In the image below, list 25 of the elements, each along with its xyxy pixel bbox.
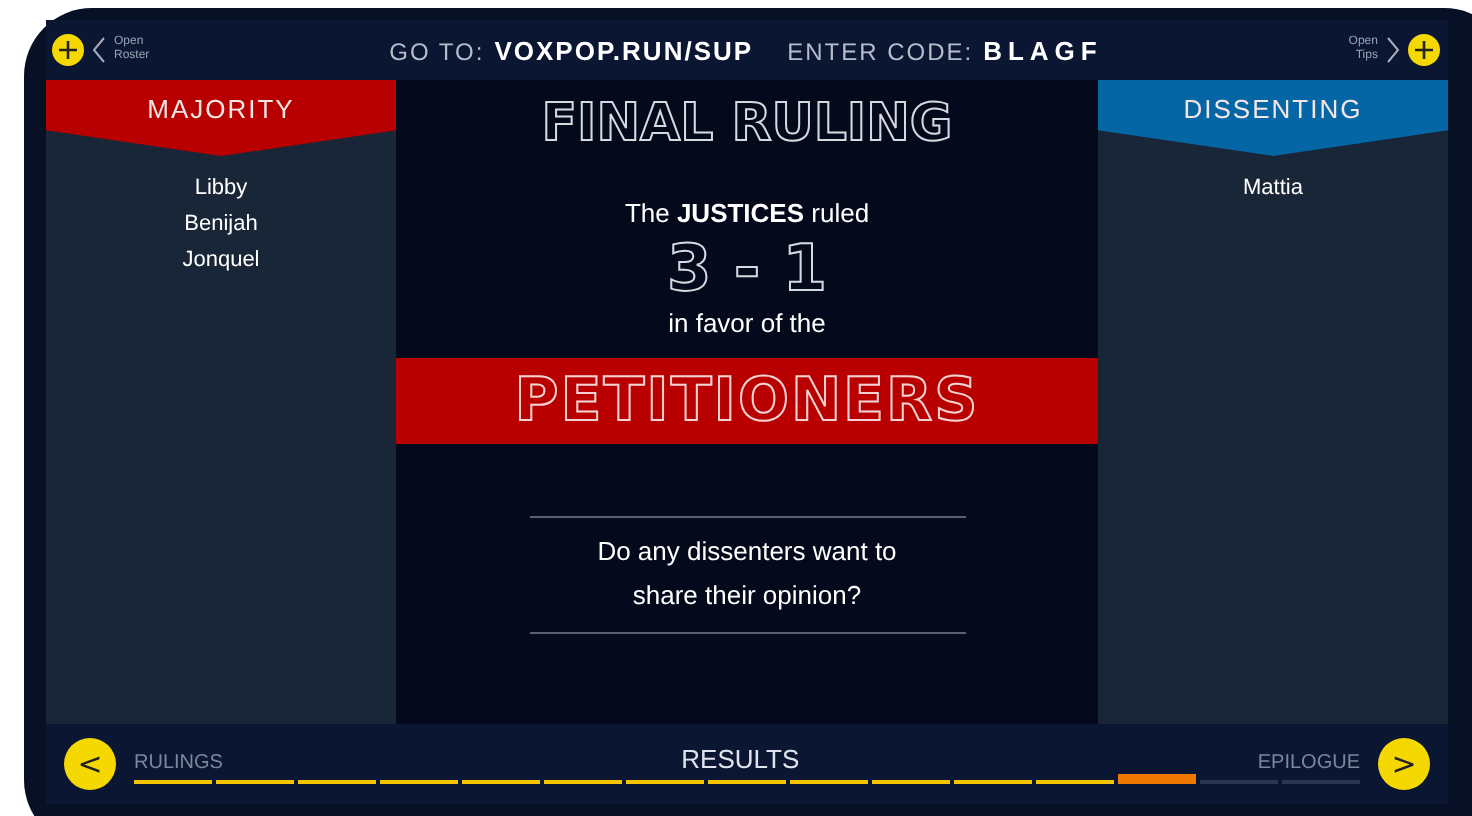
ruling-sentence: The JUSTICES ruled [624, 198, 870, 228]
justice-name: Jonquel [182, 246, 260, 276]
dissent-question: Do any dissenters want to share their opinion? [529, 516, 965, 634]
chevron-right-icon[interactable] [1385, 36, 1400, 64]
previous-button[interactable]: < [64, 738, 116, 790]
room-code: BLAGF [983, 35, 1103, 65]
next-step-label: EPILOGUE [1257, 752, 1360, 774]
code-label: ENTER CODE: [787, 37, 974, 65]
goto-label: GO TO: [389, 37, 485, 65]
dissenting-title: DISSENTING [1183, 94, 1363, 128]
favor-text: in favor of the [668, 308, 826, 338]
vote-score: 3 - 1 [666, 228, 828, 308]
next-button[interactable]: > [1378, 738, 1430, 790]
plus-icon[interactable] [52, 34, 84, 66]
current-step-label: RESULTS [681, 744, 800, 774]
majority-title: MAJORITY [147, 94, 295, 128]
justice-name: Libby [194, 174, 248, 204]
justice-name: Mattia [1243, 174, 1303, 204]
winner-text: PETITIONERS [514, 366, 980, 436]
plus-icon[interactable] [1407, 34, 1440, 66]
final-ruling-title: FINAL RULING [541, 94, 953, 154]
chevron-left-icon[interactable] [92, 36, 106, 64]
justice-name: Benijah [184, 210, 258, 240]
previous-step-label: RULINGS [134, 752, 223, 774]
goto-url: VOXPOP.RUN/SUP [494, 35, 754, 65]
